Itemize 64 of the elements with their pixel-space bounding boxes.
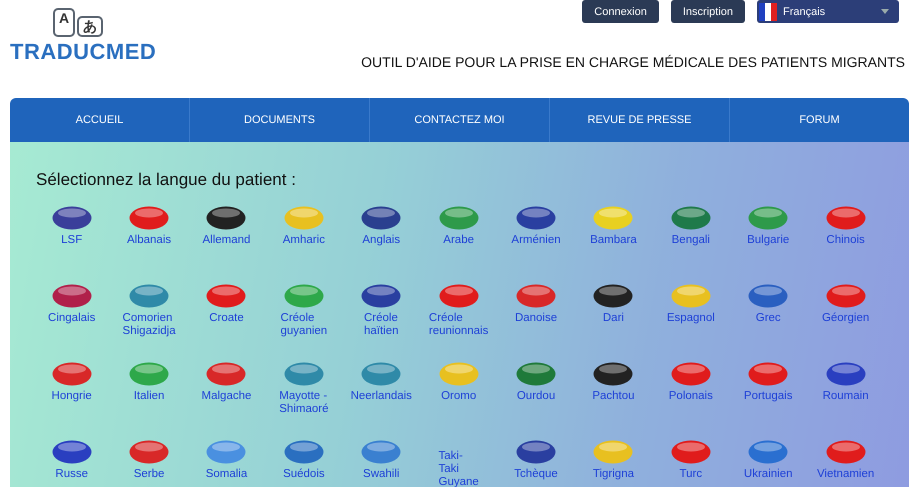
language-link[interactable]: Comorien Shigazidja — [122, 312, 176, 338]
language-link[interactable]: Vietnamien — [816, 468, 874, 481]
language-link[interactable]: Albanais — [127, 234, 172, 247]
language-link[interactable]: Tigrigna — [592, 468, 634, 481]
language-link[interactable]: Serbe — [134, 468, 164, 481]
caret-icon — [881, 9, 889, 14]
logo-bubble: あ — [77, 16, 104, 37]
tagline: OUTIL D'AIDE POUR LA PRISE EN CHARGE MÉDICALE DES PATIENTS MIGRANTS — [361, 54, 905, 70]
language-link[interactable]: Arabe — [443, 234, 474, 247]
flag-icon[interactable] — [206, 206, 246, 230]
language-link[interactable]: Portugais — [744, 390, 792, 403]
language-link[interactable]: Ukrainien — [744, 468, 792, 481]
auth-button[interactable]: Inscription — [670, 0, 745, 23]
language-link[interactable]: Hongrie — [52, 390, 92, 403]
language-link[interactable]: Arménien — [511, 234, 561, 247]
language-link[interactable]: Mayotte - Shimaoré — [279, 390, 328, 416]
language-link[interactable]: Tchèque — [514, 468, 558, 481]
language-link[interactable]: Malgache — [202, 390, 252, 403]
nav-link[interactable]: ACCUEIL — [10, 98, 189, 142]
logo-bubble: A — [53, 8, 76, 37]
flag-icon[interactable] — [52, 284, 92, 308]
language-link[interactable]: Allemand — [202, 234, 250, 247]
language-link[interactable]: Grec — [756, 312, 781, 325]
language-link[interactable]: LSF — [61, 234, 82, 247]
flag-icon — [759, 2, 777, 20]
flag-icon[interactable] — [361, 206, 402, 230]
language-select[interactable]: Français — [757, 0, 899, 23]
flag-icon[interactable] — [516, 206, 556, 230]
language-link[interactable]: Créole reunionnais — [428, 312, 488, 338]
flag-icon[interactable] — [52, 206, 92, 230]
language-link[interactable]: Bambara — [590, 234, 637, 247]
language-link[interactable]: Russe — [55, 468, 88, 481]
language-link[interactable]: Anglais — [362, 234, 400, 247]
language-link[interactable]: Dari — [602, 312, 624, 325]
language-link[interactable]: Somalia — [206, 468, 248, 481]
language-link[interactable]: Bulgarie — [747, 234, 790, 247]
language-link[interactable]: Danoise — [514, 312, 558, 325]
language-link[interactable]: Italien — [134, 390, 164, 403]
language-link[interactable]: Ourdou — [516, 390, 556, 403]
logo-text[interactable]: TRADUCMED — [10, 39, 156, 65]
language-link[interactable]: Créole haïtien — [364, 312, 399, 338]
language-link[interactable]: Roumain — [822, 390, 869, 403]
flag-icon[interactable] — [516, 440, 556, 464]
section-heading: Sélectionnez la langue du patient : — [36, 170, 297, 190]
language-link[interactable]: Géorgien — [822, 312, 870, 325]
language-link[interactable]: Chinois — [826, 234, 865, 247]
language-link[interactable]: Oromo — [441, 390, 476, 403]
language-link[interactable]: Polonais — [668, 390, 713, 403]
flag-icon[interactable] — [593, 284, 634, 308]
flag-icon[interactable] — [52, 440, 92, 464]
flag-icon[interactable] — [361, 284, 402, 308]
language-link[interactable]: Swahili — [363, 468, 400, 481]
language-link[interactable]: Cingalais — [48, 312, 96, 325]
language-link[interactable]: Neerlandais — [350, 390, 412, 403]
flag-icon[interactable] — [593, 362, 634, 386]
language-link[interactable]: Pachtou — [592, 390, 635, 403]
language-link[interactable]: Bengali — [672, 234, 710, 247]
language-link[interactable]: Créole guyanien — [280, 312, 328, 338]
language-link[interactable]: Amharic — [282, 234, 325, 247]
auth-button[interactable]: Connexion — [582, 0, 659, 23]
language-link[interactable]: Espagnol — [666, 312, 715, 325]
language-link[interactable]: Croate — [209, 312, 244, 325]
language-link[interactable]: Suédois — [283, 468, 325, 481]
language-link[interactable]: Turc — [680, 468, 702, 481]
